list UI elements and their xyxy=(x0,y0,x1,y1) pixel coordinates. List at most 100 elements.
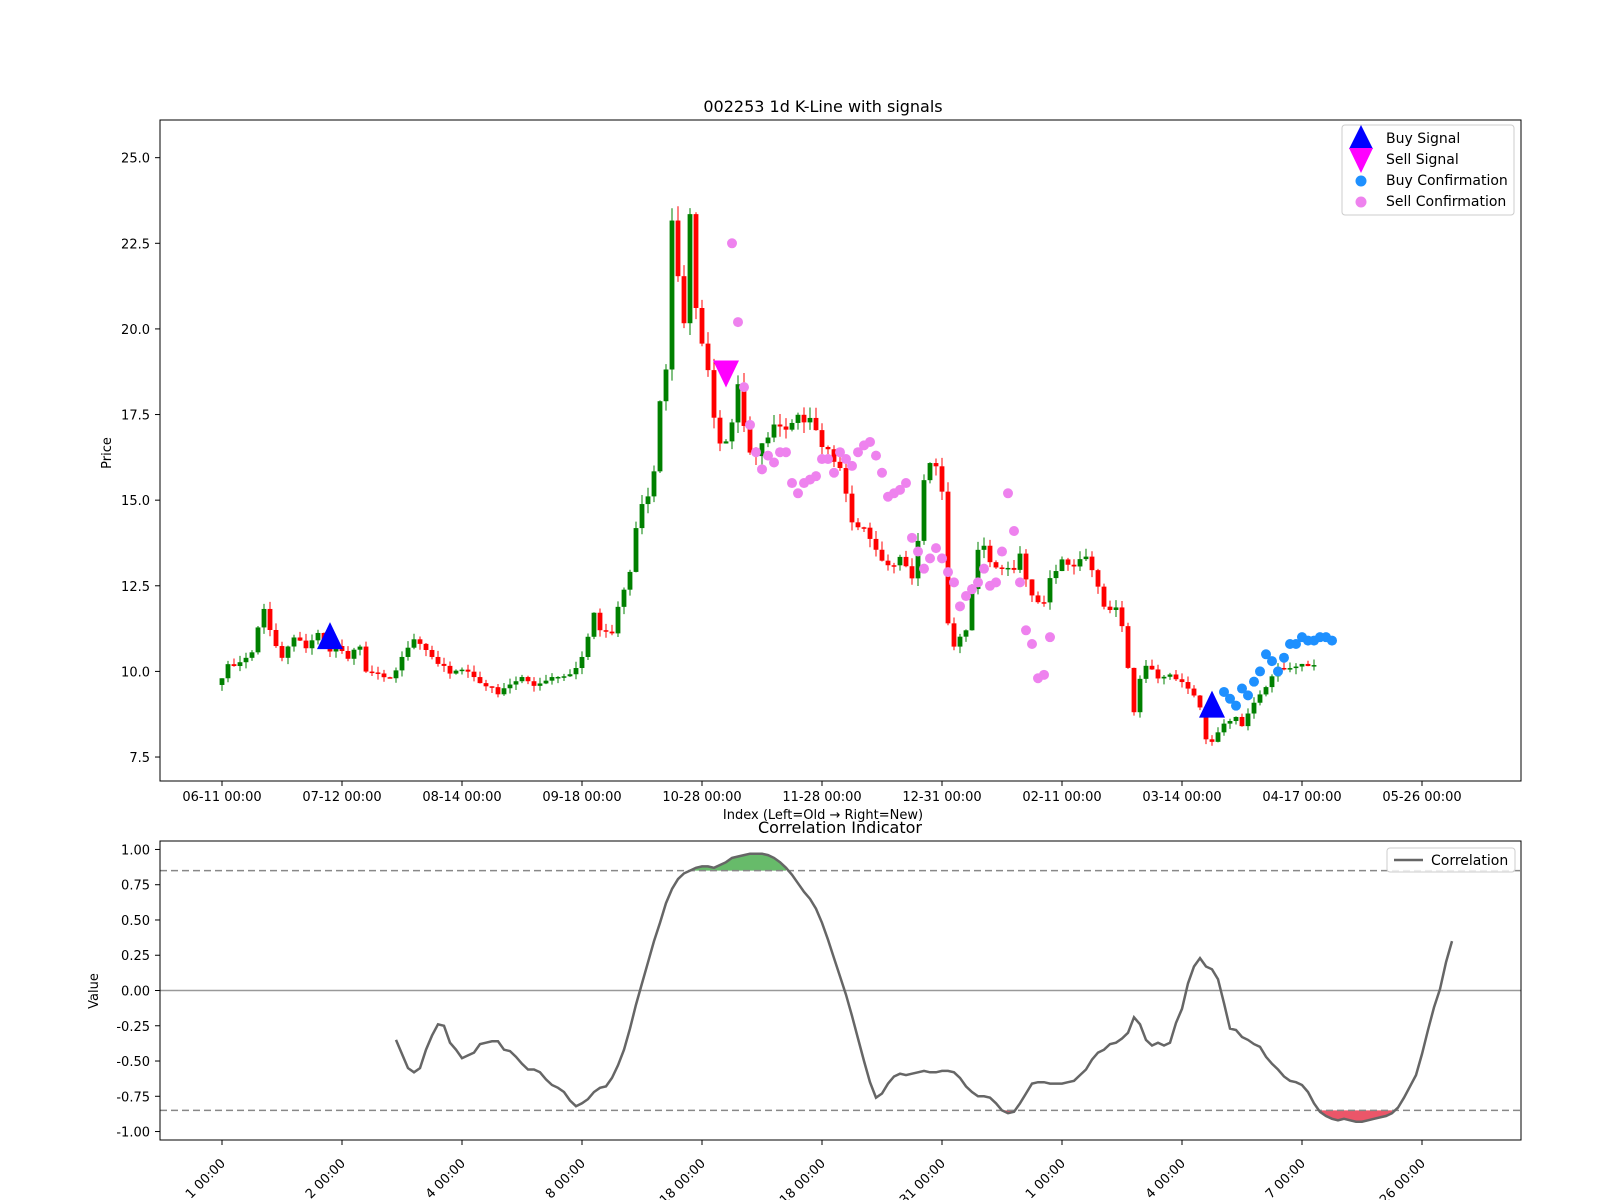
chart-figure: 002253 1d K-Line with signals Price Inde… xyxy=(87,97,1522,1200)
candle-body xyxy=(717,417,723,444)
kline-x-tick-label: 05-26 00:00 xyxy=(1382,790,1461,805)
kline-y-tick-label: 20.0 xyxy=(121,323,150,338)
correlation-series xyxy=(394,852,1454,1123)
candle-body xyxy=(747,425,753,453)
candle-body xyxy=(543,680,549,684)
candle-body xyxy=(795,414,801,423)
candle-body xyxy=(1239,716,1245,727)
candle-body xyxy=(1101,586,1107,607)
candle-body xyxy=(1305,663,1311,667)
candle-body xyxy=(807,417,813,423)
candle-body xyxy=(1113,607,1119,610)
candle-body xyxy=(555,676,561,679)
kline-title: 002253 1d K-Line with signals xyxy=(703,97,942,116)
candle-body xyxy=(399,656,405,671)
candle-body xyxy=(303,640,309,649)
kline-legend: Buy Signal Sell Signal Buy Confirmation … xyxy=(1341,124,1515,216)
candle-body xyxy=(789,422,795,430)
kline-x-ticks: 06-11 00:00 07-12 00:00 08-14 00:00 09-18 0… xyxy=(182,781,1462,805)
kline-y-tick-label: 10.0 xyxy=(121,665,150,680)
sell-confirmation-marker xyxy=(829,467,839,478)
candle-body xyxy=(1029,579,1035,596)
sell-confirmation-marker xyxy=(781,447,791,458)
candle-body xyxy=(1233,716,1239,722)
buy-confirmation-markers xyxy=(1219,632,1337,711)
sell-confirmation-marker xyxy=(1009,525,1019,536)
correlation-x-tick-label: 4 00:00 xyxy=(423,1156,469,1200)
correlation-x-ticks: 1 00:00 2 00:00 4 00:00 8 00:00 18 00:00 18 0… xyxy=(183,1140,1429,1200)
candle-body xyxy=(1221,723,1227,733)
kline-x-tick-label: 04-17 00:00 xyxy=(1262,790,1341,805)
kline-x-tick-label: 11-28 00:00 xyxy=(782,790,861,805)
candle-body xyxy=(507,684,513,689)
candle-body xyxy=(597,612,603,631)
kline-y-tick-label: 12.5 xyxy=(121,580,150,595)
sell-confirmation-marker xyxy=(925,553,935,564)
kline-y-tick-label: 7.5 xyxy=(129,751,150,766)
sell-confirmation-icon xyxy=(1355,196,1367,208)
candle-body xyxy=(765,437,771,444)
candle-body xyxy=(531,681,537,686)
kline-x-tick-label: 06-11 00:00 xyxy=(182,790,261,805)
candle-body xyxy=(639,504,645,529)
candle-body xyxy=(987,545,993,563)
correlation-y-tick-label: 1.00 xyxy=(121,843,150,858)
sell-confirmation-marker xyxy=(991,577,1001,588)
candle-body xyxy=(675,220,681,277)
correlation-x-tick-label: 18 00:00 xyxy=(777,1156,829,1200)
candle-body xyxy=(219,678,225,685)
correlation-y-tick-label: -1.00 xyxy=(116,1126,150,1141)
kline-y-ticks: 7.5 10.0 12.5 15.0 17.5 20.0 22.5 25.0 xyxy=(121,152,160,766)
candle-body xyxy=(267,608,273,630)
sell-confirmation-marker xyxy=(907,532,917,543)
candle-body xyxy=(615,606,621,634)
correlation-y-tick-label: -0.75 xyxy=(116,1090,150,1105)
sell-confirmation-marker xyxy=(1003,488,1013,499)
candle-body xyxy=(1011,567,1017,570)
candle-body xyxy=(645,496,651,505)
sell-confirmation-marker xyxy=(919,563,929,574)
candle-body xyxy=(693,214,699,308)
sell-confirmation-marker xyxy=(769,457,779,468)
sell-confirmation-marker xyxy=(877,467,887,478)
sell-confirmation-marker xyxy=(943,567,953,578)
candle-body xyxy=(735,384,741,423)
buy-confirmation-marker xyxy=(1243,690,1253,701)
candle-body xyxy=(1215,732,1221,742)
candle-body xyxy=(1017,553,1023,570)
candle-body xyxy=(1041,602,1047,604)
correlation-y-tick-label: 0.25 xyxy=(121,949,150,964)
candle-body xyxy=(927,463,933,481)
candle-body xyxy=(1119,607,1125,627)
candle-body xyxy=(585,636,591,657)
sell-confirmation-marker xyxy=(979,563,989,574)
buy-confirmation-marker xyxy=(1327,635,1337,646)
candle-body xyxy=(879,549,885,561)
candle-body xyxy=(621,589,627,607)
legend-sell-signal: Sell Signal xyxy=(1386,152,1459,168)
sell-confirmation-marker xyxy=(727,238,737,249)
buy-confirmation-marker xyxy=(1231,700,1241,711)
candle-body xyxy=(297,637,303,641)
correlation-reference-lines xyxy=(160,869,1521,1112)
candle-body xyxy=(777,424,783,427)
candle-body xyxy=(897,556,903,566)
candle-body xyxy=(231,664,237,667)
candle-body xyxy=(1071,564,1077,567)
candle-body xyxy=(411,639,417,648)
buy-confirmation-icon xyxy=(1355,175,1367,187)
candle-body xyxy=(351,649,357,659)
candle-body xyxy=(1155,669,1161,679)
candle-body xyxy=(891,565,897,567)
candle-body xyxy=(435,656,441,664)
sell-confirmation-marker xyxy=(787,478,797,489)
candle-body xyxy=(681,276,687,324)
candle-body xyxy=(357,646,363,650)
sell-signal-marker xyxy=(713,360,739,388)
candle-body xyxy=(801,414,807,423)
candle-body xyxy=(495,687,501,695)
sell-confirmation-markers xyxy=(727,238,1055,684)
correlation-y-label: Value xyxy=(87,973,102,1009)
sell-confirmation-marker xyxy=(973,577,983,588)
candle-body xyxy=(1245,713,1251,727)
